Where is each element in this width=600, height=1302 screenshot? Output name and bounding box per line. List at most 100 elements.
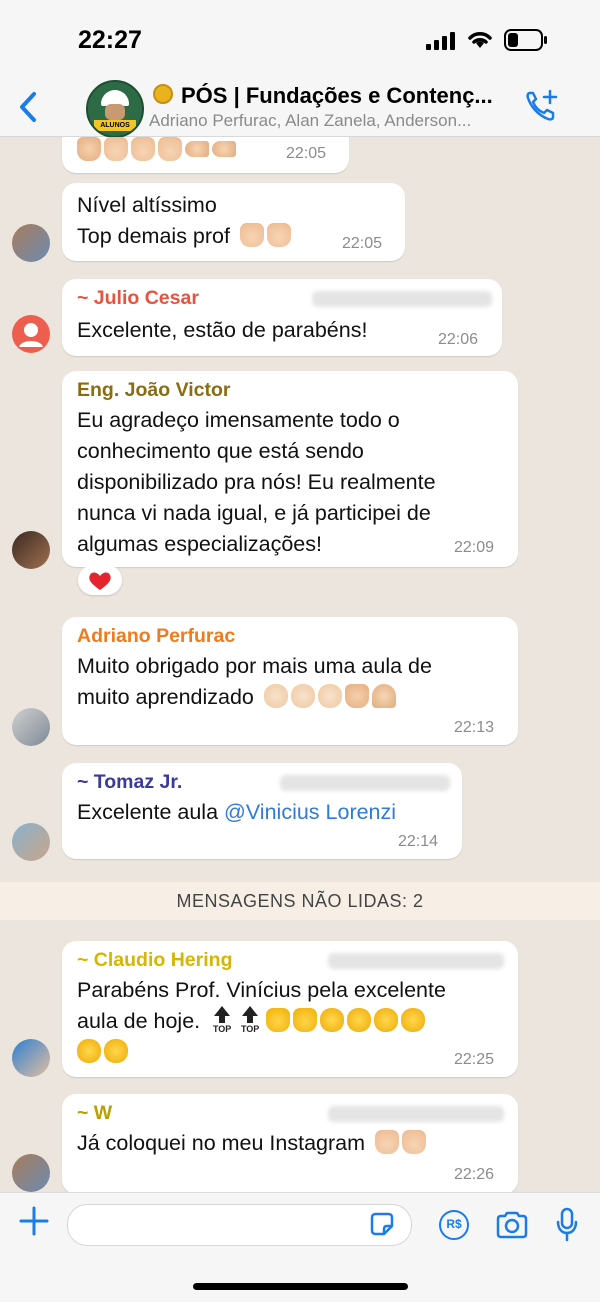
message-bubble[interactable]: ~ Julio Cesar Excelente, estão de parabé…: [62, 279, 502, 356]
group-avatar[interactable]: ALUNOS: [86, 80, 144, 138]
group-title-text: PÓS | Fundações e Contenç...: [181, 83, 493, 108]
status-bar: 22:27: [0, 0, 600, 80]
thumbs-up-emoji: [131, 137, 155, 161]
message-text: Já coloquei no meu Instagram: [77, 1128, 429, 1159]
message-text: Muito obrigado por mais uma aula de: [77, 654, 432, 678]
default-user-icon: [19, 323, 43, 347]
sender-avatar[interactable]: [12, 315, 50, 353]
clapping-emoji: [104, 1039, 128, 1063]
message-text: nunca vi nada igual, e já participei de: [77, 501, 431, 525]
top-arrow-emoji: TOP: [238, 1006, 262, 1036]
message-text: Eu agradeço imensamente todo o: [77, 408, 400, 432]
thumbs-up-emoji: [266, 223, 291, 247]
sender-phone-blurred: [328, 953, 504, 969]
clapping-emoji: [374, 1008, 399, 1032]
plus-icon[interactable]: [18, 1205, 50, 1237]
medal-icon: [153, 84, 173, 104]
unread-divider: MENSAGENS NÃO LIDAS: 2: [0, 882, 600, 920]
message-text: Excelente, estão de parabéns!: [77, 318, 368, 342]
message-time: 22:26: [454, 1166, 495, 1183]
sender-name[interactable]: ~ Claudio Hering: [77, 949, 232, 972]
message-bubble[interactable]: Eng. João Victor Eu agradeço imensamente…: [62, 371, 518, 567]
camera-icon[interactable]: [495, 1211, 529, 1239]
signal-icon: [426, 32, 455, 50]
sender-name[interactable]: Eng. João Victor: [77, 379, 231, 402]
thumbs-up-emoji: [239, 223, 264, 247]
message-text: Top demais prof: [77, 221, 294, 252]
message-time: 22:05: [286, 145, 327, 162]
praying-hands-emoji: [371, 684, 396, 708]
message-text: muito aprendizado: [77, 682, 399, 713]
payment-button[interactable]: R$: [439, 1210, 469, 1240]
message-emoji-row: [77, 1037, 131, 1068]
sender-phone-blurred: [280, 775, 450, 791]
message-text: disponibilizado pra nós! Eu realmente: [77, 470, 436, 494]
message-text: Parabéns Prof. Vinícius pela excelente: [77, 978, 446, 1002]
wifi-icon: [468, 32, 492, 48]
message-input[interactable]: [67, 1204, 412, 1246]
sender-avatar[interactable]: [12, 531, 50, 569]
microphone-icon[interactable]: [556, 1207, 578, 1243]
sender-name[interactable]: ~ W: [77, 1102, 112, 1125]
home-indicator[interactable]: [193, 1283, 408, 1290]
sender-avatar[interactable]: [12, 224, 50, 262]
message-bubble[interactable]: 22:05: [62, 137, 349, 173]
sender-phone-blurred: [328, 1106, 504, 1122]
message-time: 22:13: [454, 719, 495, 736]
group-members[interactable]: Adriano Perfurac, Alan Zanela, Anderson.…: [149, 111, 471, 131]
mention-link[interactable]: @Vinicius Lorenzi: [224, 800, 396, 824]
raised-hands-emoji: [77, 137, 101, 161]
message-time: 22:06: [438, 331, 479, 348]
clapping-emoji: [401, 1008, 426, 1032]
message-text: conhecimento que está sendo: [77, 439, 364, 463]
clapping-emoji: [263, 684, 288, 708]
sender-avatar[interactable]: [12, 1154, 50, 1192]
clapping-emoji: [290, 684, 315, 708]
heart-icon: [89, 572, 111, 590]
message-bubble[interactable]: Adriano Perfurac Muito obrigado por mais…: [62, 617, 518, 745]
add-call-icon[interactable]: [524, 88, 560, 124]
chat-header: ALUNOS PÓS | Fundações e Contenç... Adri…: [0, 80, 600, 138]
message-emoji-row: [77, 137, 239, 166]
sender-avatar[interactable]: [12, 708, 50, 746]
thumbs-up-emoji: [293, 1008, 318, 1032]
thumbs-up-emoji: [402, 1130, 427, 1154]
message-time: 22:05: [342, 235, 383, 252]
back-arrow-icon[interactable]: [16, 90, 40, 124]
message-bubble[interactable]: ~ Tomaz Jr. Excelente aula @Vinicius Lor…: [62, 763, 462, 859]
clapping-emoji: [317, 684, 342, 708]
thumbs-up-emoji: [266, 1008, 291, 1032]
group-title[interactable]: PÓS | Fundações e Contenç...: [153, 83, 493, 109]
clapping-emoji: [320, 1008, 345, 1032]
message-text: algumas especializações!: [77, 532, 322, 556]
sender-name[interactable]: Adriano Perfurac: [77, 625, 235, 648]
avatar-label: ALUNOS: [94, 120, 136, 131]
battery-icon: [504, 29, 547, 51]
message-text: Nível altíssimo: [77, 193, 217, 217]
message-bubble[interactable]: ~ W Já coloquei no meu Instagram 22:26: [62, 1094, 518, 1192]
sender-avatar[interactable]: [12, 823, 50, 861]
message-text-line: muito aprendizado: [77, 685, 254, 709]
top-arrow-emoji: TOP: [210, 1006, 234, 1036]
clapping-emoji: [77, 1039, 101, 1063]
thumbs-up-emoji: [158, 137, 182, 161]
message-reaction[interactable]: [78, 565, 122, 595]
message-bubble[interactable]: Nível altíssimo Top demais prof 22:05: [62, 183, 405, 261]
status-time: 22:27: [78, 26, 142, 54]
sender-name[interactable]: ~ Julio Cesar: [77, 287, 199, 310]
sticker-icon[interactable]: [368, 1210, 396, 1238]
thumbs-up-emoji: [104, 137, 128, 161]
message-text-line: Excelente aula: [77, 800, 219, 824]
message-time: 22:14: [398, 833, 439, 850]
thumbs-up-emoji: [375, 1130, 400, 1154]
message-time: 22:09: [454, 539, 495, 556]
chat-area[interactable]: 22:05 Nível altíssimo Top demais prof 22…: [0, 137, 600, 1192]
sender-avatar[interactable]: [12, 1039, 50, 1077]
message-text: aula de hoje. TOP TOP: [77, 1006, 428, 1037]
message-text: Excelente aula @Vinicius Lorenzi: [77, 797, 396, 828]
message-time: 22:25: [454, 1051, 495, 1068]
message-text-line: Top demais prof: [77, 224, 230, 248]
message-bubble[interactable]: ~ Claudio Hering Parabéns Prof. Vinícius…: [62, 941, 518, 1077]
composer-bar: R$: [0, 1192, 600, 1302]
sender-name[interactable]: ~ Tomaz Jr.: [77, 771, 182, 794]
